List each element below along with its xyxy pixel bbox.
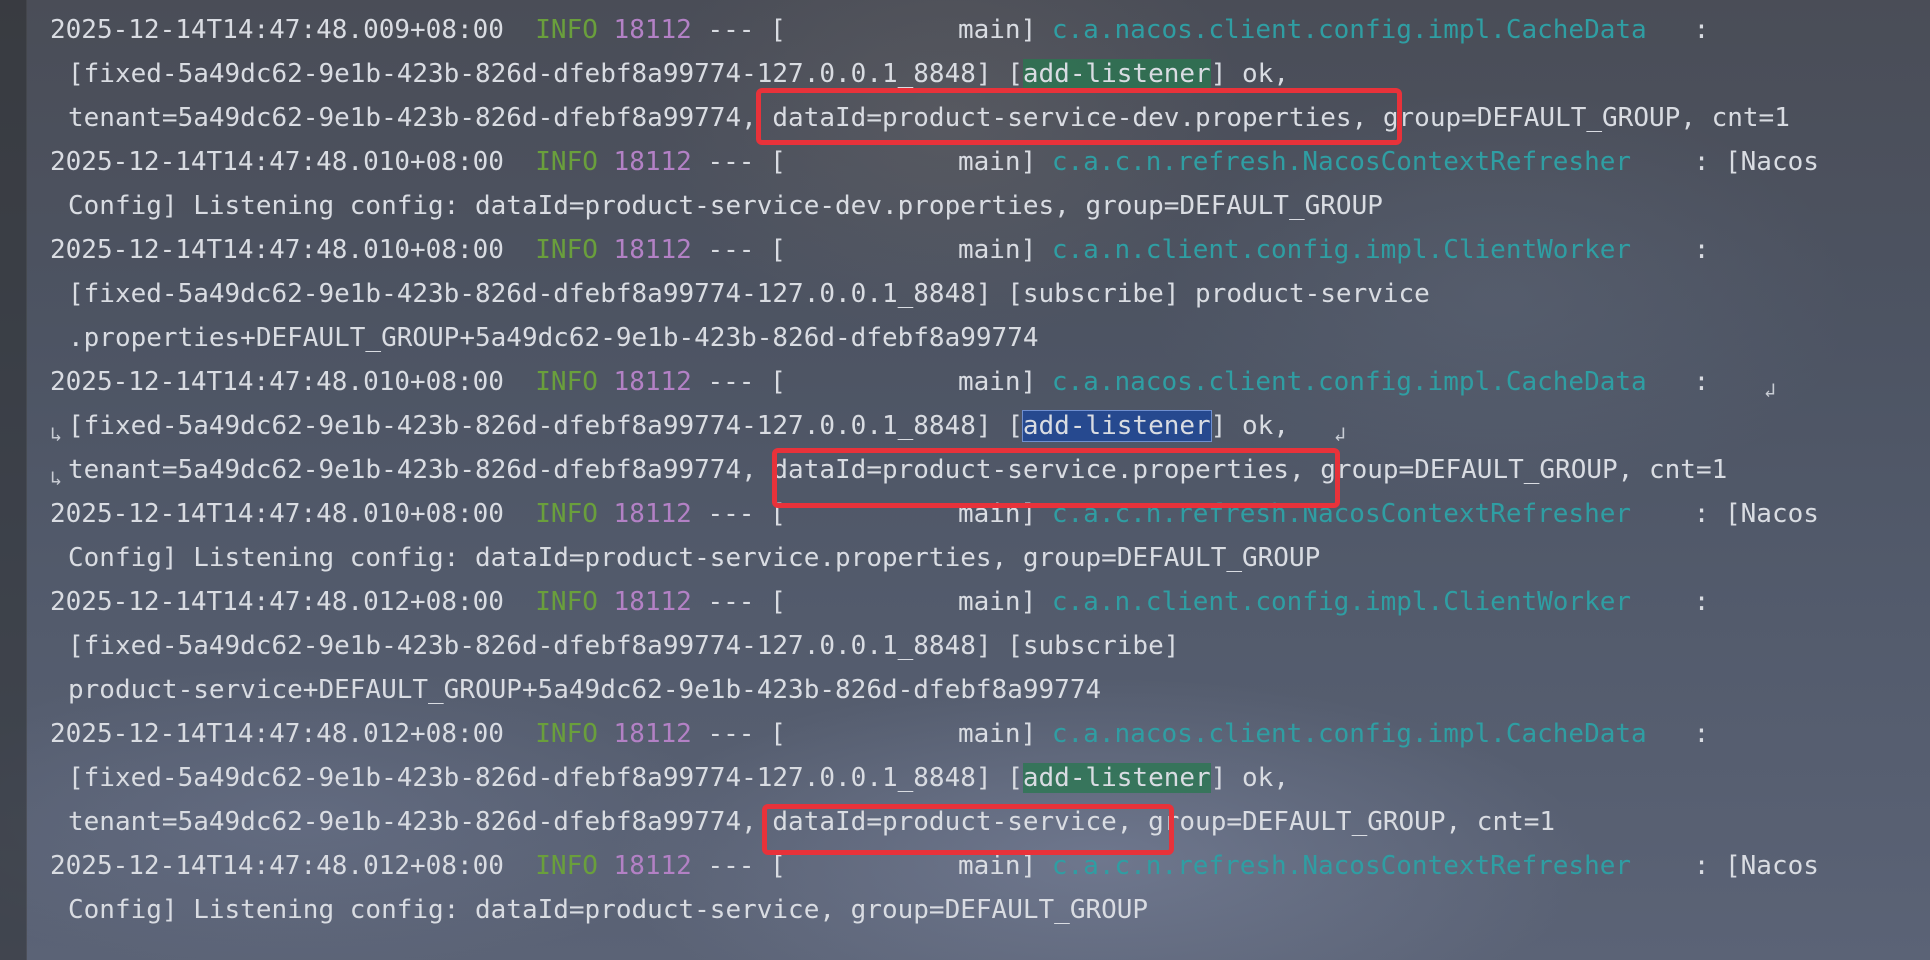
log-line-header: 2025-12-14T14:47:48.010+08:00 INFO 18112… (50, 362, 1709, 402)
search-match-highlight: add-listener (1022, 59, 1211, 89)
search-match-selected: add-listener (1021, 410, 1212, 442)
log-level: INFO (535, 851, 598, 881)
log-separator: --- (707, 499, 755, 529)
soft-wrap-end-icon: ↲ (1764, 378, 1777, 402)
log-line-continuation: [fixed-5a49dc62-9e1b-423b-826d-dfebf8a99… (68, 626, 1179, 666)
log-line-continuation: .properties+DEFAULT_GROUP+5a49dc62-9e1b-… (68, 318, 1039, 358)
log-colon: : (1693, 587, 1710, 617)
log-text: [fixed-5a49dc62-9e1b-423b-826d-dfebf8a99… (68, 411, 1023, 441)
log-thread: [ main] (770, 719, 1037, 749)
log-thread: [ main] (770, 367, 1037, 397)
log-pid: 18112 (613, 15, 692, 45)
log-level: INFO (535, 719, 598, 749)
log-text: Config] Listening config: dataId=product… (68, 543, 1321, 573)
annotation-box-service (762, 804, 1174, 855)
soft-wrap-start-icon: ↳ (50, 422, 63, 446)
log-pid: 18112 (613, 719, 692, 749)
log-line-continuation: Config] Listening config: dataId=product… (68, 186, 1383, 226)
log-colon: : (1693, 851, 1710, 881)
log-line-continuation: [fixed-5a49dc62-9e1b-423b-826d-dfebf8a99… (68, 274, 1430, 314)
log-level: INFO (535, 147, 598, 177)
log-logger-link[interactable]: c.a.c.n.refresh.NacosContextRefresher (1052, 147, 1631, 177)
log-text: [Nacos (1725, 147, 1819, 177)
log-timestamp: 2025-12-14T14:47:48.009+08:00 (50, 15, 504, 45)
log-separator: --- (707, 235, 755, 265)
log-text: ] ok, (1210, 763, 1289, 793)
log-thread: [ main] (770, 235, 1037, 265)
log-logger-link[interactable]: c.a.nacos.client.config.impl.CacheData (1052, 719, 1647, 749)
log-timestamp: 2025-12-14T14:47:48.012+08:00 (50, 851, 504, 881)
log-separator: --- (707, 587, 755, 617)
log-pid: 18112 (613, 499, 692, 529)
log-text: ] ok, (1210, 411, 1289, 441)
log-line-header: 2025-12-14T14:47:48.012+08:00 INFO 18112… (50, 714, 1709, 754)
log-timestamp: 2025-12-14T14:47:48.010+08:00 (50, 235, 504, 265)
log-separator: --- (707, 719, 755, 749)
log-text: product-service+DEFAULT_GROUP+5a49dc62-9… (68, 675, 1102, 705)
log-text: [fixed-5a49dc62-9e1b-423b-826d-dfebf8a99… (68, 631, 1180, 661)
log-pid: 18112 (613, 851, 692, 881)
log-timestamp: 2025-12-14T14:47:48.012+08:00 (50, 719, 504, 749)
log-pid: 18112 (613, 367, 692, 397)
log-logger-link[interactable]: c.a.n.client.config.impl.ClientWorker (1052, 587, 1631, 617)
log-line-continuation: Config] Listening config: dataId=product… (68, 890, 1148, 930)
log-text: Config] Listening config: dataId=product… (68, 895, 1149, 925)
log-line-continuation: product-service+DEFAULT_GROUP+5a49dc62-9… (68, 670, 1101, 710)
log-timestamp: 2025-12-14T14:47:48.010+08:00 (50, 499, 504, 529)
search-match-highlight: add-listener (1022, 763, 1211, 793)
log-timestamp: 2025-12-14T14:47:48.012+08:00 (50, 587, 504, 617)
log-colon: : (1693, 367, 1710, 397)
log-line-continuation: Config] Listening config: dataId=product… (68, 538, 1320, 578)
log-thread: [ main] (770, 147, 1037, 177)
log-thread: [ main] (770, 587, 1037, 617)
log-separator: --- (707, 851, 755, 881)
log-logger-link[interactable]: c.a.nacos.client.config.impl.CacheData (1052, 15, 1647, 45)
log-timestamp: 2025-12-14T14:47:48.010+08:00 (50, 147, 504, 177)
log-line-continuation: [fixed-5a49dc62-9e1b-423b-826d-dfebf8a99… (68, 406, 1289, 446)
log-separator: --- (707, 15, 755, 45)
log-separator: --- (707, 147, 755, 177)
log-line-continuation: [fixed-5a49dc62-9e1b-423b-826d-dfebf8a99… (68, 758, 1289, 798)
log-text: [Nacos (1725, 851, 1819, 881)
log-colon: : (1693, 499, 1710, 529)
annotation-box-service-properties (772, 448, 1340, 508)
log-text: ] ok, (1210, 59, 1289, 89)
log-thread: [ main] (770, 851, 1037, 881)
soft-wrap-end-icon: ↲ (1334, 422, 1347, 446)
log-separator: --- (707, 367, 755, 397)
log-thread: [ main] (770, 15, 1037, 45)
log-colon: : (1693, 147, 1710, 177)
log-level: INFO (535, 367, 598, 397)
log-logger-link[interactable]: c.a.n.client.config.impl.ClientWorker (1052, 235, 1631, 265)
log-level: INFO (535, 587, 598, 617)
log-line-header: 2025-12-14T14:47:48.010+08:00 INFO 18112… (50, 142, 1819, 182)
log-logger-link[interactable]: c.a.c.n.refresh.NacosContextRefresher (1052, 851, 1631, 881)
log-text: [Nacos (1725, 499, 1819, 529)
log-timestamp: 2025-12-14T14:47:48.010+08:00 (50, 367, 504, 397)
log-line-header: 2025-12-14T14:47:48.012+08:00 INFO 18112… (50, 582, 1709, 622)
log-pid: 18112 (613, 147, 692, 177)
log-logger-link[interactable]: c.a.nacos.client.config.impl.CacheData (1052, 367, 1647, 397)
soft-wrap-start-icon: ↳ (50, 466, 63, 490)
log-colon: : (1693, 15, 1710, 45)
log-colon: : (1693, 719, 1710, 749)
log-text: [fixed-5a49dc62-9e1b-423b-826d-dfebf8a99… (68, 279, 1430, 309)
log-line-header: 2025-12-14T14:47:48.009+08:00 INFO 18112… (50, 10, 1709, 50)
log-text: .properties+DEFAULT_GROUP+5a49dc62-9e1b-… (68, 323, 1039, 353)
log-colon: : (1693, 235, 1710, 265)
annotation-box-dev-properties (756, 88, 1402, 145)
log-pid: 18112 (613, 587, 692, 617)
log-level: INFO (535, 15, 598, 45)
log-text: Config] Listening config: dataId=product… (68, 191, 1383, 221)
log-pid: 18112 (613, 235, 692, 265)
log-line-header: 2025-12-14T14:47:48.010+08:00 INFO 18112… (50, 230, 1709, 270)
log-text: [fixed-5a49dc62-9e1b-423b-826d-dfebf8a99… (68, 763, 1023, 793)
log-level: INFO (535, 499, 598, 529)
log-text: [fixed-5a49dc62-9e1b-423b-826d-dfebf8a99… (68, 59, 1023, 89)
log-level: INFO (535, 235, 598, 265)
